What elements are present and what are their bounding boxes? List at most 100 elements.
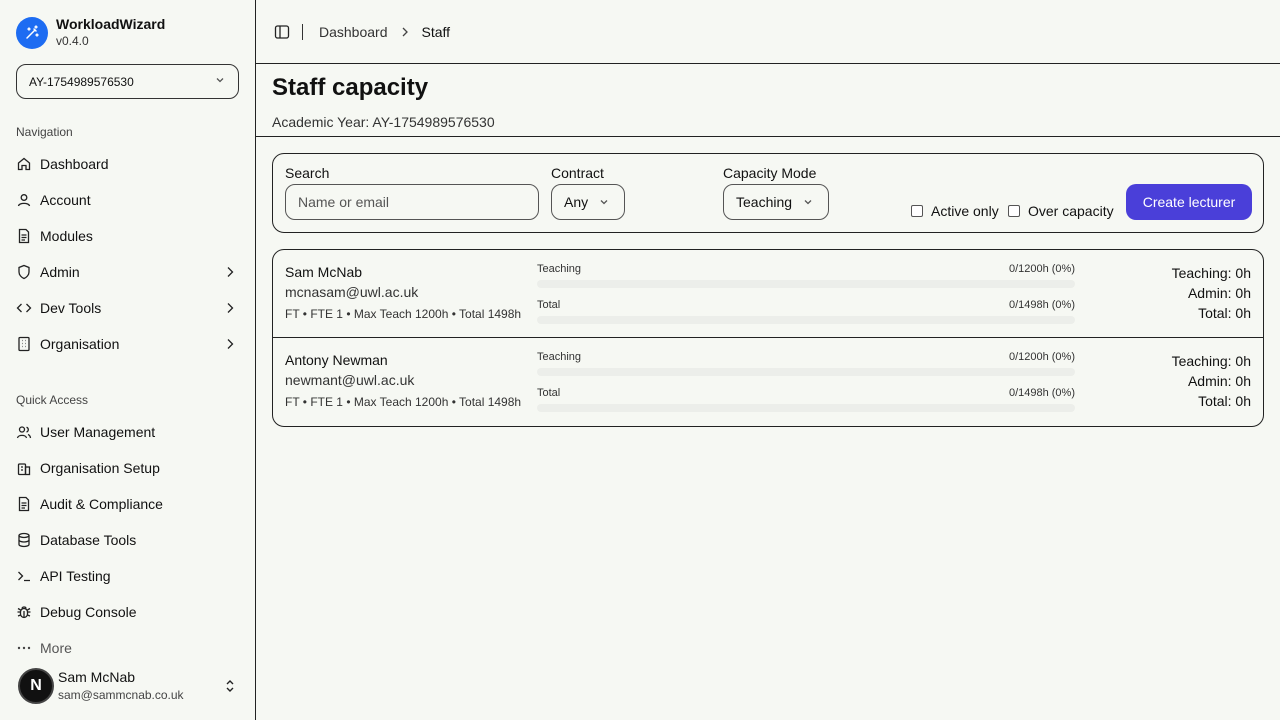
quick-item-database-tools[interactable]: Database Tools <box>16 528 240 552</box>
create-lecturer-button[interactable]: Create lecturer <box>1126 184 1252 220</box>
building-icon <box>16 336 32 352</box>
nav-item-label: Organisation Setup <box>40 460 160 476</box>
staff-list: Sam McNab mcnasam@uwl.ac.uk FT • FTE 1 •… <box>272 249 1264 427</box>
breadcrumb-dashboard[interactable]: Dashboard <box>319 24 388 40</box>
nav-item-label: Debug Console <box>40 604 137 620</box>
nav-item-label: User Management <box>40 424 156 440</box>
over-capacity-checkbox[interactable]: Over capacity <box>1008 203 1114 219</box>
summary-teaching: Teaching: 0h <box>1171 265 1251 281</box>
active-only-label: Active only <box>931 203 999 219</box>
quick-item-debug-console[interactable]: Debug Console <box>16 600 240 624</box>
sidebar: WorkloadWizard v0.4.0 AY-1754989576530 N… <box>0 0 256 720</box>
contract-select[interactable]: Any <box>551 184 625 220</box>
nav-item-label: Dashboard <box>40 156 109 172</box>
topbar: Dashboard Staff <box>256 0 1280 64</box>
chevron-right-icon <box>222 336 238 355</box>
page-title: Staff capacity <box>272 74 429 101</box>
nav-item-label: Organisation <box>40 336 120 352</box>
app-name: WorkloadWizard <box>56 16 166 32</box>
user-email: sam@sammcnab.co.uk <box>58 688 184 702</box>
nav-item-admin[interactable]: Admin <box>16 260 240 284</box>
quick-access-section-label: Quick Access <box>16 393 89 407</box>
summary-admin: Admin: 0h <box>1187 373 1251 389</box>
chevron-down-icon <box>598 196 610 208</box>
document-icon <box>16 496 32 512</box>
search-label: Search <box>285 165 330 181</box>
quick-item-more[interactable]: More <box>16 636 240 660</box>
total-bar-label: Total <box>537 387 561 399</box>
total-bar-label: Total <box>537 299 561 311</box>
summary-teaching: Teaching: 0h <box>1171 353 1251 369</box>
nav-item-dashboard[interactable]: Dashboard <box>16 152 240 176</box>
user-name: Sam McNab <box>58 669 136 685</box>
user-menu[interactable]: N Sam McNab sam@sammcnab.co.uk <box>16 664 240 708</box>
staff-email: mcnasam@uwl.ac.uk <box>285 284 419 300</box>
quick-item-api-testing[interactable]: API Testing <box>16 564 240 588</box>
sidebar-toggle-icon[interactable] <box>274 24 290 40</box>
chevron-down-icon <box>214 74 226 89</box>
contract-label: Contract <box>551 165 604 181</box>
home-icon <box>16 156 32 172</box>
terminal-icon <box>16 568 32 584</box>
divider <box>302 23 303 40</box>
quick-item-audit-compliance[interactable]: Audit & Compliance <box>16 492 240 516</box>
teaching-bar-label: Teaching <box>537 351 582 363</box>
user-icon <box>16 192 32 208</box>
chevrons-up-down-icon <box>222 678 238 699</box>
nav-item-label: API Testing <box>40 568 111 584</box>
avatar: N <box>18 668 54 704</box>
academic-year-value: AY-1754989576530 <box>29 74 134 89</box>
summary-total: Total: 0h <box>1198 393 1251 409</box>
checkbox-box[interactable] <box>911 205 923 217</box>
total-bar-value: 0/1498h (0%) <box>1008 387 1075 399</box>
teaching-bar-label: Teaching <box>537 263 582 275</box>
search-placeholder: Name or email <box>298 194 390 210</box>
staff-meta: FT • FTE 1 • Max Teach 1200h • Total 149… <box>285 307 522 321</box>
total-bar-value: 0/1498h (0%) <box>1008 299 1075 311</box>
staff-name: Sam McNab <box>285 264 363 280</box>
nav-item-label: Audit & Compliance <box>40 496 163 512</box>
users-icon <box>16 424 32 440</box>
active-only-checkbox[interactable]: Active only <box>911 203 999 219</box>
filter-panel: Search Name or email Contract Any Capaci… <box>272 153 1264 233</box>
nav-item-modules[interactable]: Modules <box>16 224 240 248</box>
teaching-progress-bar <box>537 368 1075 376</box>
staff-row[interactable]: Antony Newman newmant@uwl.ac.uk FT • FTE… <box>273 338 1263 426</box>
page-header: Staff capacity Academic Year: AY-1754989… <box>256 64 1280 137</box>
building-icon <box>16 460 32 476</box>
search-input[interactable]: Name or email <box>285 184 539 220</box>
over-capacity-label: Over capacity <box>1028 203 1114 219</box>
staff-row[interactable]: Sam McNab mcnasam@uwl.ac.uk FT • FTE 1 •… <box>273 250 1263 338</box>
app-version: v0.4.0 <box>56 34 89 48</box>
academic-year-select[interactable]: AY-1754989576530 <box>16 64 239 99</box>
summary-admin: Admin: 0h <box>1187 285 1251 301</box>
nav-item-label: Admin <box>40 264 80 280</box>
nav-item-dev-tools[interactable]: Dev Tools <box>16 296 240 320</box>
checkbox-box[interactable] <box>1008 205 1020 217</box>
nav-item-organisation[interactable]: Organisation <box>16 332 240 356</box>
navigation-section-label: Navigation <box>16 125 73 139</box>
nav-item-label: Dev Tools <box>40 300 102 316</box>
breadcrumb: Dashboard Staff <box>319 24 450 40</box>
chevron-right-icon <box>222 264 238 283</box>
staff-name: Antony Newman <box>285 352 388 368</box>
contract-value: Any <box>564 194 589 210</box>
nav-item-label: Modules <box>40 228 93 244</box>
page-subtitle: Academic Year: AY-1754989576530 <box>272 114 495 130</box>
database-icon <box>16 532 32 548</box>
capacity-mode-select[interactable]: Teaching <box>723 184 829 220</box>
document-icon <box>16 228 32 244</box>
brand[interactable]: WorkloadWizard v0.4.0 <box>16 16 165 49</box>
quick-item-user-management[interactable]: User Management <box>16 420 240 444</box>
chevron-down-icon <box>802 196 814 208</box>
quick-item-organisation-setup[interactable]: Organisation Setup <box>16 456 240 480</box>
capacity-mode-label: Capacity Mode <box>723 165 817 181</box>
teaching-bar-value: 0/1200h (0%) <box>1008 351 1075 363</box>
more-icon <box>16 640 32 656</box>
nav-item-account[interactable]: Account <box>16 188 240 212</box>
nav-item-label: Database Tools <box>40 532 137 548</box>
summary-total: Total: 0h <box>1198 305 1251 321</box>
staff-meta: FT • FTE 1 • Max Teach 1200h • Total 149… <box>285 395 522 409</box>
shield-icon <box>16 264 32 280</box>
total-progress-bar <box>537 404 1075 412</box>
